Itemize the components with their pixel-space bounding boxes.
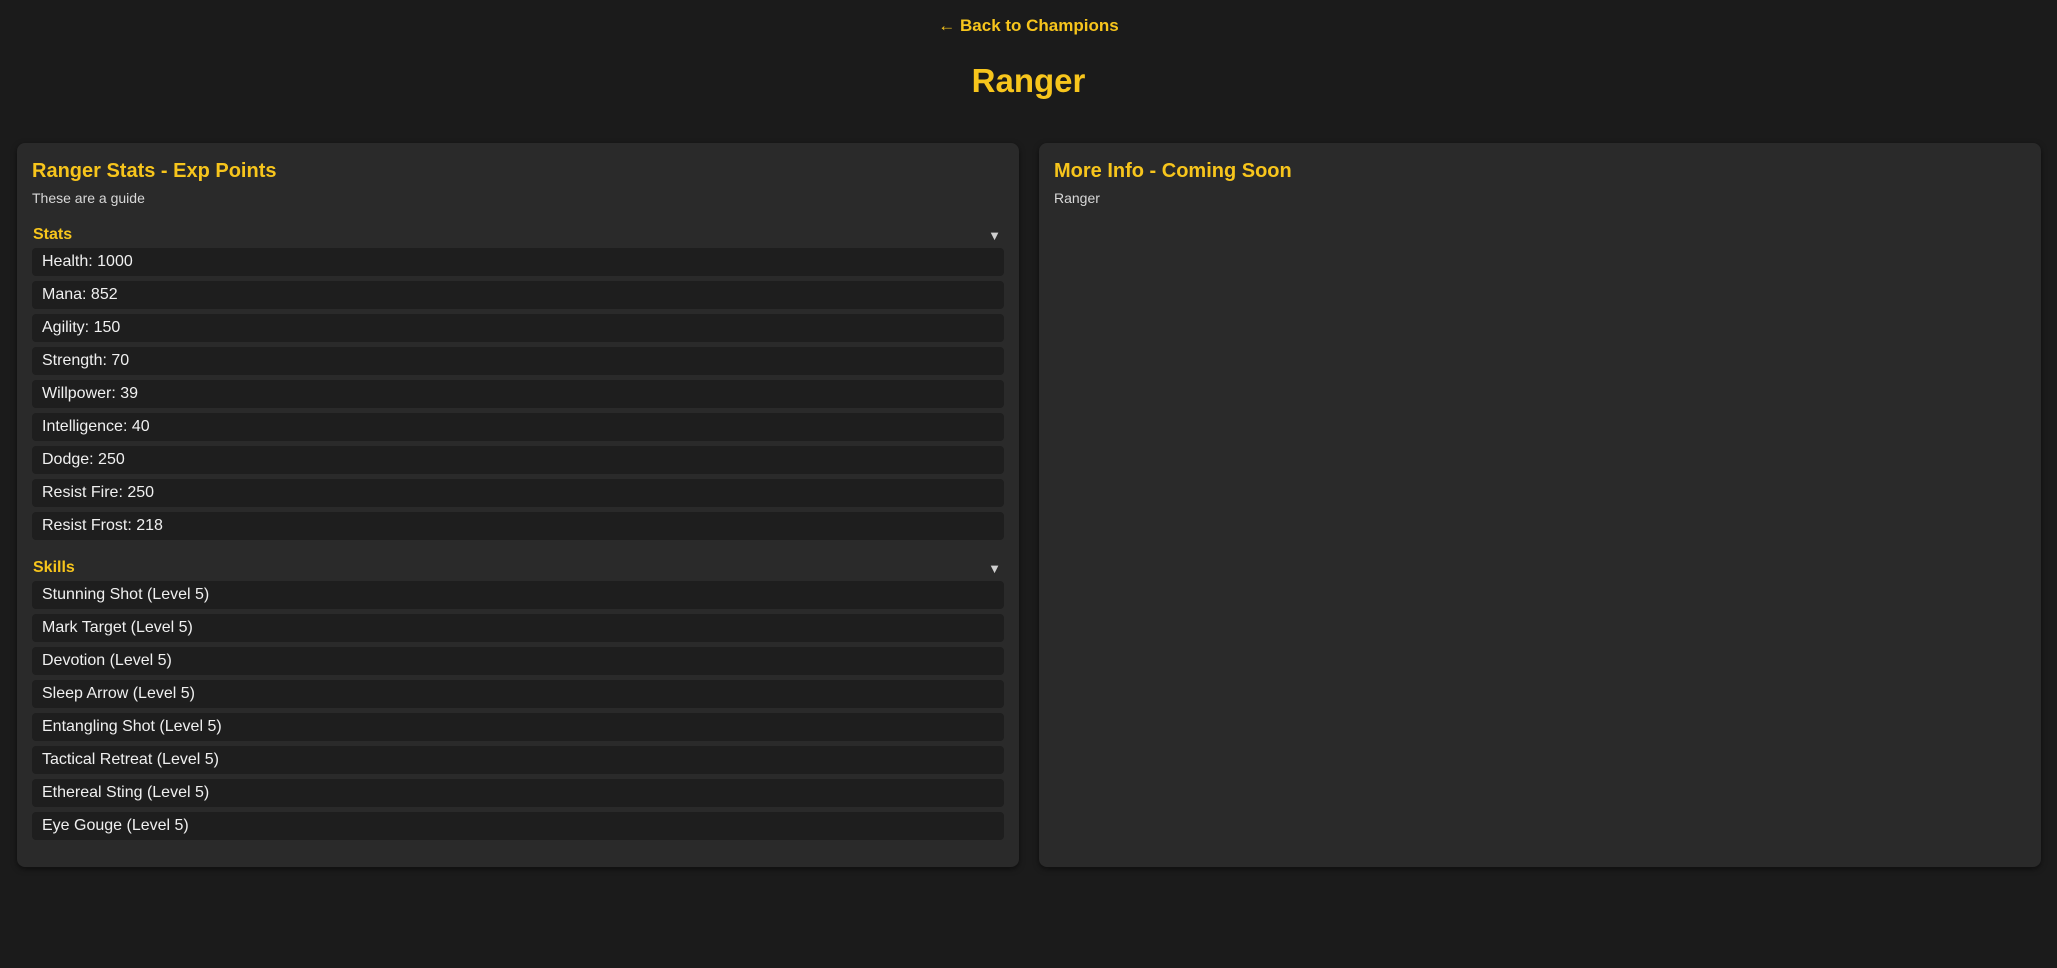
- skill-item: Ethereal Sting (Level 5): [32, 779, 1004, 807]
- page-title: Ranger: [971, 62, 1086, 99]
- stat-item: Agility: 150: [32, 314, 1004, 342]
- stat-item: Mana: 852: [32, 281, 1004, 309]
- skill-item: Stunning Shot (Level 5): [32, 581, 1004, 609]
- more-info-heading: More Info - Coming Soon: [1054, 160, 1292, 182]
- stats-section-label: Stats: [33, 226, 73, 243]
- back-to-champions-link[interactable]: ← Back to Champions: [0, 16, 2057, 36]
- more-info-panel: More Info - Coming Soon Ranger: [1039, 143, 2041, 867]
- stat-item: Dodge: 250: [32, 446, 1004, 474]
- stat-item: Willpower: 39: [32, 380, 1004, 408]
- chevron-down-icon: ▼: [988, 560, 1001, 576]
- stats-panel: Ranger Stats - Exp Points These are a gu…: [17, 143, 1019, 867]
- skill-item: Entangling Shot (Level 5): [32, 713, 1004, 741]
- more-info-subtitle: Ranger: [1054, 190, 1100, 206]
- skill-item: Eye Gouge (Level 5): [32, 812, 1004, 840]
- stat-item: Resist Frost: 218: [32, 512, 1004, 540]
- chevron-down-icon: ▼: [988, 227, 1001, 243]
- stat-item: Health: 1000: [32, 248, 1004, 276]
- skill-item: Tactical Retreat (Level 5): [32, 746, 1004, 774]
- stats-list: Health: 1000 Mana: 852 Agility: 150 Stre…: [32, 248, 1004, 540]
- stat-item: Strength: 70: [32, 347, 1004, 375]
- skills-list: Stunning Shot (Level 5) Mark Target (Lev…: [32, 581, 1004, 840]
- skill-item: Devotion (Level 5): [32, 647, 1004, 675]
- stats-panel-subtitle: These are a guide: [32, 190, 145, 206]
- stats-section-toggle[interactable]: Stats ▼: [32, 226, 1004, 244]
- skill-item: Sleep Arrow (Level 5): [32, 680, 1004, 708]
- skill-item: Mark Target (Level 5): [32, 614, 1004, 642]
- skills-section-label: Skills: [33, 559, 75, 576]
- stat-item: Resist Fire: 250: [32, 479, 1004, 507]
- stat-item: Intelligence: 40: [32, 413, 1004, 441]
- stats-panel-heading: Ranger Stats - Exp Points: [32, 160, 277, 182]
- skills-section-toggle[interactable]: Skills ▼: [32, 559, 1004, 577]
